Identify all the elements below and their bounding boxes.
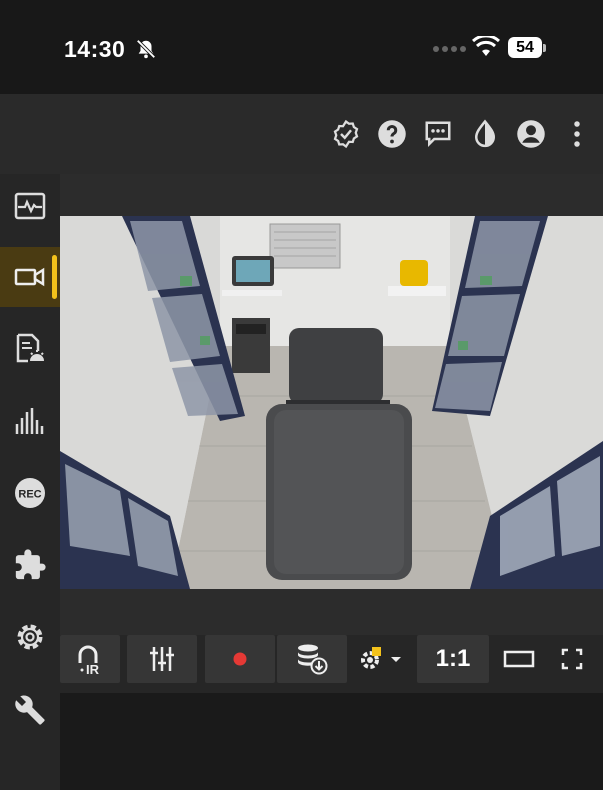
sliders-icon <box>150 647 174 671</box>
settings-icon <box>17 624 43 650</box>
signal-dots-icon <box>433 46 466 52</box>
sidebar-item-vitals[interactable] <box>0 176 60 236</box>
sidebar-item-plugins[interactable] <box>0 535 60 595</box>
camera-settings-dropdown[interactable] <box>353 635 411 683</box>
rec-icon: REC <box>15 478 45 508</box>
report-icon <box>16 333 44 363</box>
ir-icon: IR <box>78 645 100 675</box>
battery-nub <box>543 44 546 52</box>
battery-icon: 54 <box>508 37 542 58</box>
camera-settings-icon <box>361 647 401 669</box>
sidebar-item-settings[interactable] <box>0 607 60 667</box>
chat-icon[interactable] <box>423 119 453 149</box>
bell-muted-icon <box>136 39 156 59</box>
status-time: 14:30 <box>64 36 126 62</box>
wrench-icon <box>15 695 45 725</box>
sidebar-item-camera[interactable] <box>0 247 60 307</box>
account-icon[interactable] <box>516 119 546 149</box>
contrast-icon[interactable] <box>470 119 500 149</box>
more-vert-icon[interactable] <box>562 119 592 149</box>
record-icon <box>233 652 247 666</box>
adjustments-button[interactable] <box>127 635 197 683</box>
storage-download-button[interactable] <box>277 635 347 683</box>
sidebar-item-waveform[interactable] <box>0 391 60 451</box>
wifi-icon <box>472 36 500 56</box>
camera-video-feed[interactable] <box>60 216 603 589</box>
ambulance-interior-image <box>60 216 603 589</box>
waveform-icon <box>15 408 44 434</box>
ratio-button[interactable]: 1:1 <box>417 635 489 683</box>
aspect-ratio-button[interactable] <box>496 635 542 683</box>
aspect-ratio-icon <box>503 650 535 668</box>
ratio-label: 1:1 <box>435 645 471 672</box>
camera-icon <box>14 267 45 287</box>
fullscreen-icon <box>561 648 583 670</box>
ir-label: IR <box>86 662 100 675</box>
database-download-icon <box>298 644 328 675</box>
fullscreen-button[interactable] <box>550 635 594 683</box>
ir-button[interactable]: IR <box>60 635 120 683</box>
verified-badge-icon[interactable] <box>331 119 361 149</box>
sidebar-item-rec[interactable]: REC <box>0 463 60 523</box>
rec-label: REC <box>18 489 41 501</box>
help-icon[interactable] <box>377 119 407 149</box>
vitals-monitor-icon <box>14 192 46 220</box>
video-bottom-strip <box>60 589 603 635</box>
record-button[interactable] <box>205 635 275 683</box>
video-top-strip <box>60 174 603 216</box>
puzzle-icon <box>15 549 46 580</box>
app-header <box>0 94 603 174</box>
sidebar-item-tools[interactable] <box>0 680 60 740</box>
sidebar-item-report[interactable] <box>0 319 60 379</box>
